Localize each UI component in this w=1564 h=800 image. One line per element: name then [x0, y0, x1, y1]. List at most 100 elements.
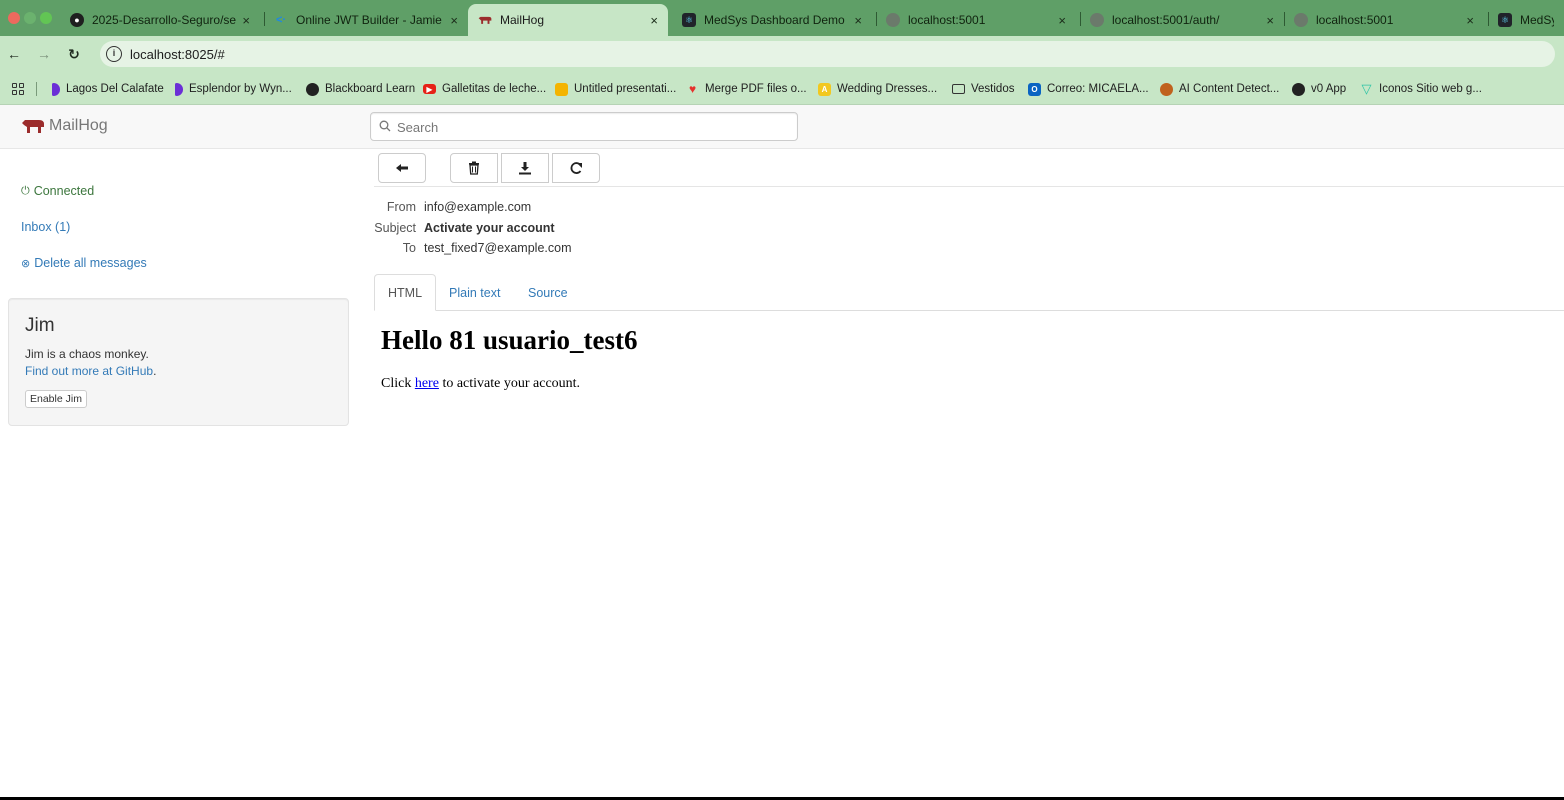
delete-message-button[interactable]: [450, 153, 498, 183]
close-tab-icon[interactable]: ×: [854, 13, 862, 28]
close-tab-icon[interactable]: ×: [242, 13, 250, 28]
tab-title: MedSys D: [1520, 13, 1554, 27]
bookmark-item[interactable]: Untitled presentati...: [555, 80, 676, 98]
browser-tab[interactable]: ⚛ MedSys D: [1488, 4, 1564, 36]
bookmark-item[interactable]: ♥ Merge PDF files o...: [686, 80, 807, 98]
close-tab-icon[interactable]: ×: [1058, 13, 1066, 28]
body-heading: Hello 81 usuario_test6: [381, 325, 638, 355]
to-value: test_fixed7@example.com: [424, 241, 572, 256]
globe-icon: [1294, 13, 1308, 27]
activate-link[interactable]: here: [415, 376, 439, 391]
close-tab-icon[interactable]: ×: [1466, 13, 1474, 28]
jim-title: Jim: [25, 315, 55, 336]
bookmark-item[interactable]: Esplendor by Wyn...: [173, 80, 292, 98]
purple-arrow-icon: [175, 82, 183, 96]
tab-html[interactable]: HTML: [374, 274, 437, 311]
browser-tab[interactable]: ⚛ MedSys Dashboard Demo ×: [672, 4, 872, 36]
close-tab-icon[interactable]: ×: [450, 13, 458, 28]
tab-title: MedSys Dashboard Demo: [704, 13, 845, 27]
brand-name: MailHog: [49, 117, 108, 134]
mailhog-page: MailHog ⏻ Connected Inbox (1) ⊗ Delete: [0, 105, 1564, 797]
address-bar[interactable]: i localhost:8025/#: [100, 41, 1555, 67]
enable-jim-button[interactable]: Enable Jim: [25, 390, 87, 408]
tab-title: localhost:5001/auth/: [1112, 13, 1220, 27]
message-body: Hello 81 usuario_test6 Click here to act…: [381, 325, 1551, 392]
detector-icon: [1160, 82, 1173, 96]
jim-github-link[interactable]: Find out more at GitHub: [25, 364, 153, 378]
bookmark-item[interactable]: Vestidos: [952, 80, 1014, 98]
message-tabs: HTML Plain text Source: [374, 274, 1564, 311]
bookmark-item[interactable]: Lagos Del Calafate: [50, 80, 164, 98]
back-arrow-icon[interactable]: ←: [4, 44, 24, 64]
globe-icon: [1292, 82, 1305, 96]
inbox-link[interactable]: Inbox (1): [21, 220, 70, 234]
jim-panel: Jim Jim is a chaos monkey. Find out more…: [8, 298, 349, 426]
tab-title: localhost:5001: [908, 13, 986, 27]
tab-source[interactable]: Source: [515, 274, 581, 311]
bookmark-item[interactable]: v0 App: [1292, 80, 1346, 98]
message-toolbar: [374, 149, 1564, 187]
mailhog-brand[interactable]: MailHog: [22, 117, 108, 135]
bookmark-label: Correo: MICAELA...: [1047, 83, 1149, 95]
browser-tab[interactable]: localhost:5001 ×: [1284, 4, 1484, 36]
from-value: info@example.com: [424, 200, 532, 215]
folder-icon: [952, 84, 965, 94]
body-paragraph: Click here to activate your account.: [381, 376, 1551, 392]
tab-source-label: Source: [528, 285, 568, 300]
tab-plain-text[interactable]: Plain text: [436, 274, 513, 311]
browser-tab[interactable]: ● 2025-Desarrollo-Seguro/serv ×: [60, 4, 260, 36]
zoom-window-button[interactable]: [40, 12, 52, 24]
header-subject: Subject Activate your account: [374, 218, 571, 239]
browser-tab-active[interactable]: MailHog ×: [468, 4, 668, 36]
slides-icon: [555, 82, 568, 96]
mailhog-navbar: MailHog: [0, 105, 1564, 149]
back-button[interactable]: [378, 153, 426, 183]
browser-tab[interactable]: <· Online JWT Builder - Jamie K ×: [264, 4, 468, 36]
subject-value: Activate your account: [424, 220, 555, 235]
react-icon: ⚛: [1498, 13, 1512, 27]
bookmark-item[interactable]: ▶ Galletitas de leche...: [423, 80, 546, 98]
bookmark-item[interactable]: A Wedding Dresses...: [818, 80, 937, 98]
bookmark-item[interactable]: O Correo: MICAELA...: [1028, 80, 1149, 98]
bookmark-label: Vestidos: [971, 83, 1015, 95]
bookmark-item[interactable]: ▽ Iconos Sitio web g...: [1360, 80, 1482, 98]
tab-title: Online JWT Builder - Jamie K: [296, 13, 445, 27]
close-tab-icon[interactable]: ×: [1266, 13, 1274, 28]
search-input[interactable]: [397, 117, 787, 137]
minimize-window-button[interactable]: [24, 12, 36, 24]
arrow-left-icon: [396, 164, 408, 172]
globe-icon: [306, 82, 319, 96]
close-window-button[interactable]: [8, 12, 20, 24]
from-label: From: [386, 200, 416, 215]
connection-status: ⏻ Connected: [21, 184, 94, 198]
remove-circle-icon: ⊗: [21, 257, 31, 270]
apps-grid-icon[interactable]: [12, 83, 24, 95]
search-box[interactable]: [370, 112, 798, 141]
delete-all-messages-link[interactable]: ⊗ Delete all messages: [21, 256, 147, 270]
tab-title: MailHog: [500, 13, 545, 27]
tab-strip: ● 2025-Desarrollo-Seguro/serv × <· Onlin…: [0, 0, 1564, 36]
browser-tab[interactable]: localhost:5001/auth/ ×: [1080, 4, 1284, 36]
release-message-button[interactable]: [552, 153, 600, 183]
bookmark-item[interactable]: AI Content Detect...: [1160, 80, 1279, 98]
globe-icon: [1090, 13, 1104, 27]
delete-all-label: Delete all messages: [34, 256, 147, 270]
jim-desc-text: Jim is a chaos monkey.: [25, 347, 149, 361]
purple-arrow-icon: [52, 82, 60, 96]
body-text-prefix: Click: [381, 376, 415, 391]
bookmark-label: Esplendor by Wyn...: [189, 83, 292, 95]
download-button[interactable]: [501, 153, 549, 183]
bookmark-item[interactable]: Blackboard Learn: [306, 80, 415, 98]
close-tab-icon[interactable]: ×: [650, 13, 658, 28]
tab-plain-text-label: Plain text: [449, 285, 501, 300]
browser-tab[interactable]: localhost:5001 ×: [876, 4, 1076, 36]
youtube-icon: ▶: [423, 84, 436, 94]
reload-icon[interactable]: ↻: [64, 44, 84, 64]
bookmark-label: v0 App: [1311, 83, 1347, 95]
bookmark-label: Merge PDF files o...: [705, 83, 807, 95]
forward-arrow-icon[interactable]: →: [34, 44, 54, 64]
site-info-icon[interactable]: i: [106, 46, 122, 62]
mailhog-icon: [478, 13, 492, 27]
globe-icon: [886, 13, 900, 27]
browser-window: ● 2025-Desarrollo-Seguro/serv × <· Onlin…: [0, 0, 1564, 797]
